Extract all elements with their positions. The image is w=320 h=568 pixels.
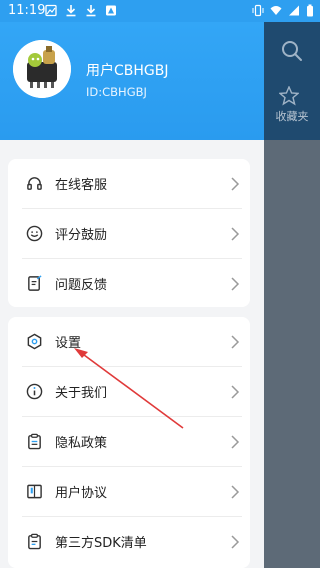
status-time: 11:19 bbox=[8, 3, 46, 18]
clipboard-icon bbox=[28, 433, 41, 450]
download-icon bbox=[66, 5, 76, 17]
menu-item-sdk-list[interactable]: 第三方SDK清单 bbox=[8, 517, 250, 566]
menu-item-label: 在线客服 bbox=[55, 178, 108, 193]
menu-item-feedback[interactable]: 问题反馈 bbox=[8, 259, 250, 308]
chevron-right-icon bbox=[231, 334, 240, 349]
chevron-right-icon bbox=[231, 534, 240, 549]
battery-icon bbox=[307, 4, 313, 17]
chevron-right-icon bbox=[231, 434, 240, 449]
navigation-drawer: 用户CBHGBJ ID:CBHGBJ 在线客服 评分鼓励 问题反馈 设置 关于我… bbox=[0, 0, 264, 568]
download-icon bbox=[86, 5, 96, 17]
user-id: ID:CBHGBJ bbox=[86, 85, 147, 99]
favorites-label[interactable]: 收藏夹 bbox=[266, 108, 318, 124]
settings-icon bbox=[27, 333, 42, 350]
app-notification-icon bbox=[106, 5, 116, 16]
menu-item-label: 用户协议 bbox=[55, 486, 108, 501]
chevron-right-icon bbox=[231, 176, 240, 191]
info-icon bbox=[26, 383, 43, 400]
annotation-arrow bbox=[74, 348, 184, 429]
headset-icon bbox=[27, 177, 42, 190]
feedback-icon bbox=[28, 275, 42, 291]
menu-item-user-agreement[interactable]: 用户协议 bbox=[8, 467, 250, 516]
system-icons bbox=[252, 4, 314, 17]
star-icon[interactable] bbox=[279, 86, 299, 106]
menu-item-label: 问题反馈 bbox=[55, 278, 108, 293]
menu-item-label: 第三方SDK清单 bbox=[55, 536, 147, 551]
signal-icon bbox=[289, 5, 299, 16]
user-name[interactable]: 用户CBHGBJ bbox=[86, 60, 169, 80]
image-notification-icon bbox=[45, 4, 57, 17]
chevron-right-icon bbox=[231, 276, 240, 291]
avatar[interactable] bbox=[13, 40, 71, 98]
menu-item-label: 隐私政策 bbox=[55, 436, 108, 451]
wifi-icon bbox=[270, 6, 282, 15]
menu-card-support: 在线客服 评分鼓励 问题反馈 bbox=[8, 159, 250, 307]
robot-avatar-icon bbox=[13, 40, 71, 98]
search-icon[interactable] bbox=[281, 40, 303, 62]
vibrate-icon bbox=[252, 4, 264, 17]
status-bar: 11:19 bbox=[0, 0, 320, 22]
book-icon bbox=[27, 484, 42, 499]
list-icon bbox=[28, 533, 41, 550]
smiley-icon bbox=[26, 225, 43, 242]
notification-icons bbox=[45, 4, 117, 17]
menu-item-online-service[interactable]: 在线客服 bbox=[8, 159, 250, 208]
chevron-right-icon bbox=[231, 484, 240, 499]
chevron-right-icon bbox=[231, 226, 240, 241]
chevron-right-icon bbox=[231, 384, 240, 399]
menu-item-rate[interactable]: 评分鼓励 bbox=[8, 209, 250, 258]
menu-item-label: 评分鼓励 bbox=[55, 228, 108, 243]
